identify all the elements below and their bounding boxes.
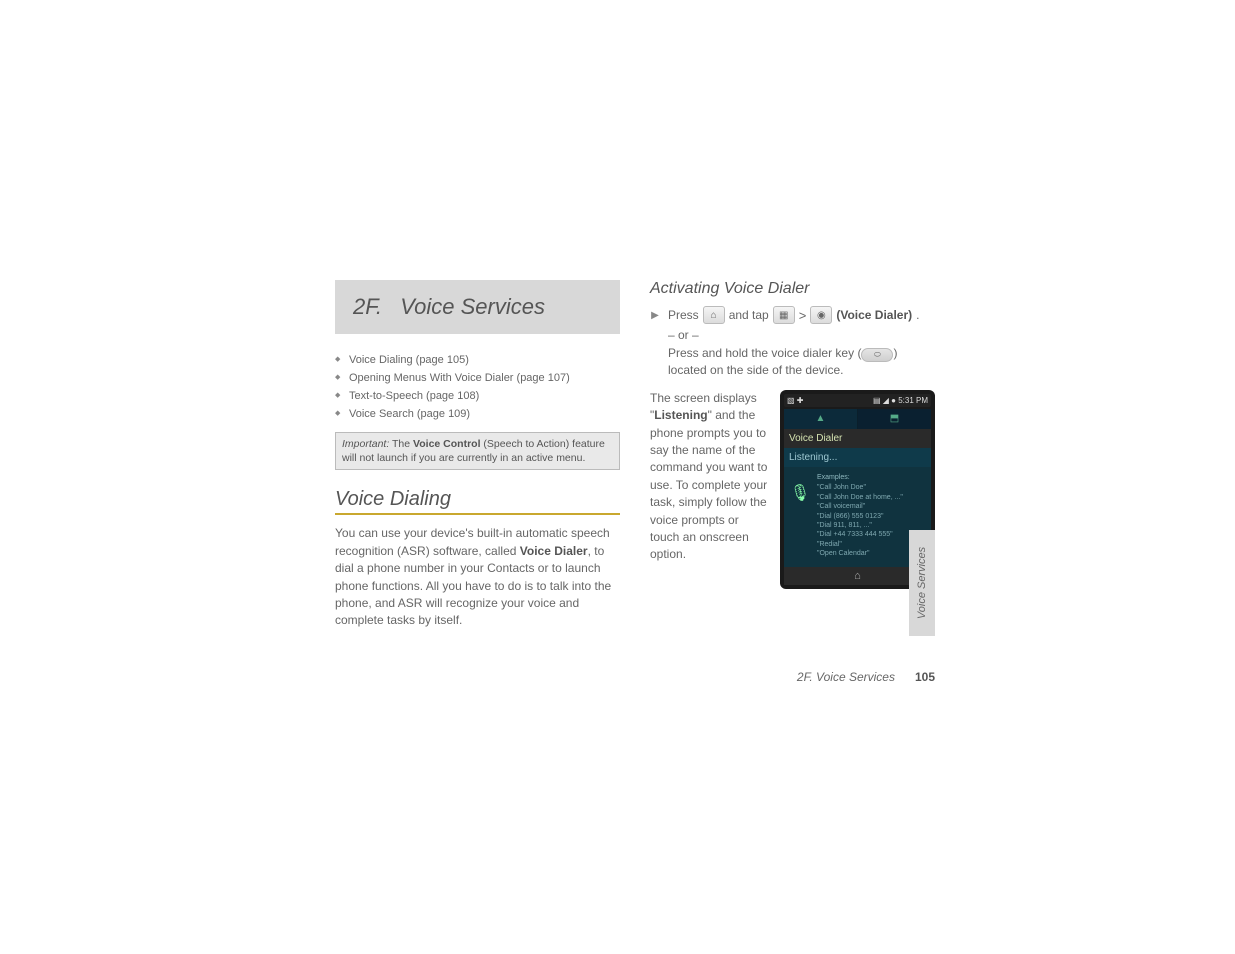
or-separator: – or –	[668, 328, 935, 342]
alt-step: Press and hold the voice dialer key (⬭) …	[668, 345, 935, 380]
status-left-icons: ▧ ✚	[787, 396, 803, 405]
phone-app-title: Voice Dialer	[784, 429, 931, 448]
important-text-pre: The	[392, 438, 413, 450]
section-title: Voice Services	[400, 294, 545, 319]
phone-tabs: ▲ ⬒	[784, 409, 931, 429]
important-note: Important: The Voice Control (Speech to …	[335, 432, 620, 470]
examples-heading: Examples:	[817, 473, 903, 482]
side-tab: Voice Services	[909, 530, 935, 636]
activating-heading: Activating Voice Dialer	[650, 280, 935, 298]
step-row-1: ▶ Press ⌂ and tap ▦ > ◉ (Voice Dialer).	[650, 306, 935, 324]
toc-item[interactable]: Opening Menus With Voice Dialer (page 10…	[335, 372, 620, 384]
example-line: "Call John Doe at home, ..."	[817, 493, 903, 502]
section-header: 2F. Voice Services	[335, 280, 620, 334]
voice-dialer-app-icon: ◉	[810, 306, 832, 324]
phone-listening-label: Listening...	[784, 448, 931, 467]
phone-examples: Examples: "Call John Doe" "Call John Doe…	[817, 473, 903, 559]
phone-statusbar: ▧ ✚ ▤ ◢ ● 5:31 PM	[784, 394, 931, 407]
and-tap-text: and tap	[729, 308, 769, 322]
example-line: "Call John Doe"	[817, 483, 903, 492]
example-line: "Dial 911, 811, ..."	[817, 521, 903, 530]
voice-dialer-label: (Voice Dialer)	[836, 308, 912, 322]
press-text: Press	[668, 308, 699, 322]
microphone-icon: 🎙	[789, 473, 811, 559]
toc-item[interactable]: Text-to-Speech (page 108)	[335, 390, 620, 402]
phone-tab-left: ▲	[784, 409, 858, 429]
home-key-icon: ⌂	[703, 306, 725, 324]
example-line: "Dial +44 7333 444 555"	[817, 530, 903, 539]
footer-page-number: 105	[915, 670, 935, 684]
side-tab-label: Voice Services	[916, 547, 928, 619]
section-number: 2F.	[353, 294, 382, 319]
activating-description: The screen displays "Listening" and the …	[650, 390, 770, 564]
toc-item[interactable]: Voice Dialing (page 105)	[335, 354, 620, 366]
voice-dialing-paragraph: You can use your device's built-in autom…	[335, 525, 620, 629]
table-of-contents: Voice Dialing (page 105) Opening Menus W…	[335, 354, 620, 420]
example-line: "Redial"	[817, 540, 903, 549]
voice-dialing-heading: Voice Dialing	[335, 488, 620, 511]
example-line: "Dial (866) 555 0123"	[817, 512, 903, 521]
footer-section: 2F. Voice Services	[797, 670, 895, 684]
example-line: "Open Calendar"	[817, 549, 903, 558]
greater-than: >	[799, 308, 807, 323]
important-text-bold: Voice Control	[413, 438, 480, 450]
toc-item[interactable]: Voice Search (page 109)	[335, 408, 620, 420]
apps-grid-icon: ▦	[773, 306, 795, 324]
important-label: Important:	[342, 438, 389, 450]
page-footer: 2F. Voice Services 105	[630, 670, 935, 684]
status-right-icons: ▤ ◢ ● 5:31 PM	[873, 396, 928, 405]
step-dot: .	[916, 308, 919, 322]
example-line: "Call voicemail"	[817, 502, 903, 511]
phone-tab-right: ⬒	[858, 409, 931, 429]
side-key-icon: ⬭	[861, 348, 893, 362]
step-arrow-icon: ▶	[650, 310, 660, 320]
